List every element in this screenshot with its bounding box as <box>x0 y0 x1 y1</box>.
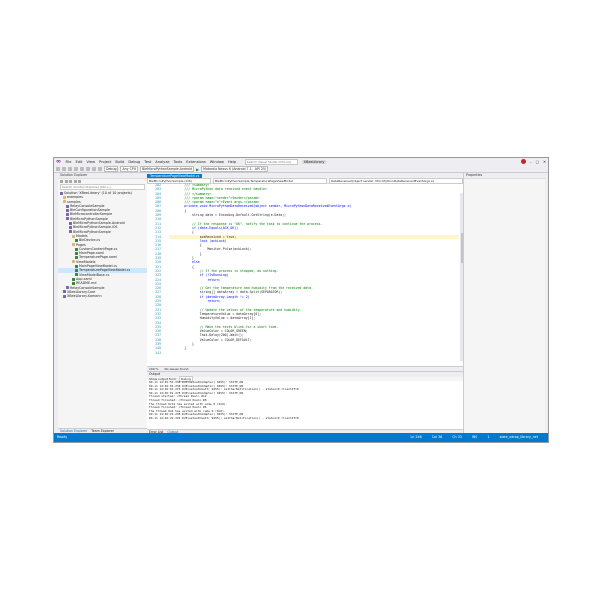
device-dropdown[interactable]: Motorola Nexus 6 (Android 7.1 - API 25) <box>201 165 269 173</box>
collapse-icon[interactable] <box>69 180 72 183</box>
file-icon <box>72 277 75 281</box>
folder-icon <box>72 260 75 264</box>
output-panel: Output Show output from: Debug 09-11 14:… <box>147 371 463 434</box>
visual-studio-logo-icon: ∞ <box>56 158 61 165</box>
solution-explorer-search[interactable]: Search Solution Explorer (Ctrl+;) <box>60 184 145 190</box>
status-bar: Ready Ln 246 Col 36 Ch 33 INS 1 xbee_xdr… <box>54 433 548 442</box>
solution-explorer-panel: Solution Explorer Search Solution Explor… <box>58 173 148 433</box>
project-icon <box>66 208 69 212</box>
file-icon <box>72 281 75 285</box>
status-repo[interactable]: 1 <box>487 433 489 442</box>
home-icon[interactable] <box>60 180 63 183</box>
menu-item-test[interactable]: Test <box>144 160 152 164</box>
close-icon[interactable]: ✕ <box>543 160 546 164</box>
menu-item-debug[interactable]: Debug <box>128 160 141 164</box>
status-line: Ln 246 <box>410 435 422 439</box>
properties-title: Properties <box>464 173 548 179</box>
menu-item-help[interactable]: Help <box>227 160 236 164</box>
menu-bar: File Edit View Project Build Debug Test Analyze… <box>65 160 237 164</box>
solution-tree: Solution 'XBeeLibrary' (10 of 10 project… <box>58 191 147 298</box>
project-icon <box>63 294 66 298</box>
project-icon <box>66 217 69 221</box>
folder-icon <box>63 200 66 204</box>
menu-item-extensions[interactable]: Extensions <box>186 160 207 164</box>
folder-icon <box>72 234 75 238</box>
properties-panel: Properties <box>463 173 548 433</box>
file-icon <box>75 264 78 268</box>
menu-item-window[interactable]: Window <box>209 160 224 164</box>
file-icon <box>75 247 78 251</box>
folder-icon <box>63 195 66 199</box>
sync-icon[interactable] <box>64 180 68 183</box>
minimize-icon[interactable]: – <box>530 160 532 164</box>
start-debugging-icon[interactable]: ▶ <box>196 167 199 172</box>
menu-item-view[interactable]: View <box>86 160 96 164</box>
status-ready: Ready <box>57 435 68 439</box>
output-text[interactable]: 09-11 14:45:52.338 D/BluetoothAdapter( 9… <box>147 380 463 421</box>
menu-item-edit[interactable]: Edit <box>75 160 83 164</box>
show-all-files-icon[interactable] <box>73 180 77 183</box>
search-input[interactable]: Search Visual Studio (Ctrl+Q) <box>244 158 298 166</box>
platform-dropdown[interactable]: Any CPU <box>120 165 139 173</box>
file-icon <box>75 256 78 260</box>
file-icon <box>75 251 78 255</box>
window-controls: – □ ✕ <box>520 159 546 164</box>
status-col: Col 36 <box>431 435 443 439</box>
project-icon <box>63 290 66 294</box>
tree-item[interactable]: XBeeLibrary.Xamarin <box>58 294 147 298</box>
project-icon <box>66 213 69 217</box>
project-icon <box>66 204 69 208</box>
code-text[interactable]: /// <summary> /// MicroPython data recei… <box>169 183 459 361</box>
status-ins: INS <box>471 435 478 439</box>
open-icon[interactable] <box>74 167 78 171</box>
code-area[interactable]: 202 203 204 205 206 207 208 209 210 211 212 213 214 2… <box>147 183 463 361</box>
configuration-dropdown[interactable]: Debug <box>104 165 119 173</box>
file-icon <box>75 273 78 277</box>
toolbar: Debug Any CPU BleMicroPythonSample.Andro… <box>54 165 548 173</box>
output-line: 09-11 14:46:22.322 D/BluetoothGatt( 9455… <box>149 415 299 420</box>
new-project-icon[interactable] <box>68 167 72 171</box>
save-icon[interactable] <box>80 167 84 171</box>
status-ch: Ch 33 <box>452 435 462 439</box>
menu-item-tools[interactable]: Tools <box>173 160 183 164</box>
right-tool-strip <box>545 173 548 433</box>
line-numbers: 202 203 204 205 206 207 208 209 210 211 212 213 214 2… <box>147 183 161 361</box>
project-icon <box>66 286 69 290</box>
tree-item-label: XBeeLibrary.Xamarin <box>67 294 102 299</box>
file-icon <box>75 268 78 272</box>
maximize-icon[interactable]: □ <box>536 160 539 164</box>
folder-icon <box>72 243 75 247</box>
properties-icon[interactable] <box>78 180 81 183</box>
menu-item-file[interactable]: File <box>65 160 72 164</box>
project-icon <box>69 230 72 234</box>
menu-item-project[interactable]: Project <box>99 160 112 164</box>
file-icon <box>75 238 78 242</box>
back-icon[interactable] <box>56 167 60 171</box>
visual-studio-window: ∞ File Edit View Project Build Debug Test Analy… <box>53 157 549 443</box>
solution-title: XBeeLibrary <box>301 160 327 164</box>
avatar[interactable] <box>520 159 526 164</box>
forward-icon[interactable] <box>62 167 66 171</box>
code-editor: TemperaturePageViewModel.cs BleMicroPyth… <box>147 173 463 371</box>
project-icon <box>69 221 72 225</box>
solution-icon <box>60 191 63 195</box>
status-branch[interactable]: xbee_xdrop_library_net <box>500 433 539 442</box>
menu-item-analyze[interactable]: Analyze <box>155 160 170 164</box>
line-number: 241 <box>155 350 161 355</box>
undo-icon[interactable] <box>92 167 96 171</box>
startup-project-dropdown[interactable]: BleMicroPythonSample.Android <box>140 165 195 173</box>
menu-item-build[interactable]: Build <box>115 160 125 164</box>
redo-icon[interactable] <box>98 167 102 171</box>
save-all-icon[interactable] <box>86 167 90 171</box>
project-icon <box>69 226 72 230</box>
